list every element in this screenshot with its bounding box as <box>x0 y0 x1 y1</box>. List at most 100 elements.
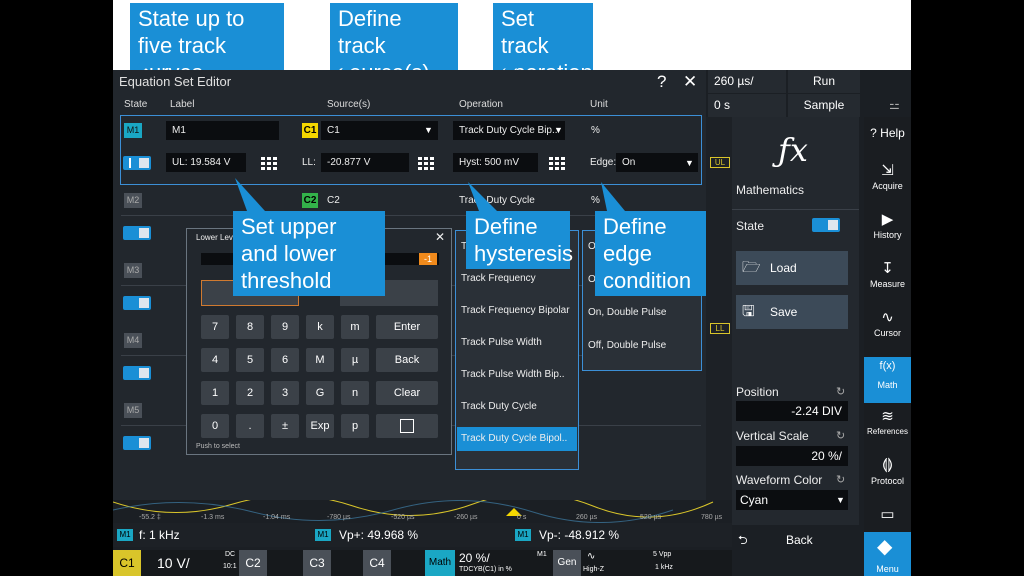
sidebar-menu[interactable]: ◆ Menu <box>864 532 911 576</box>
back-button[interactable]: ⮌ Back <box>732 525 859 555</box>
sidebar-measure[interactable]: ↧ Measure <box>864 259 911 289</box>
key-2[interactable]: 2 <box>236 381 264 405</box>
load-button[interactable]: 🗁 Load <box>736 251 848 285</box>
chevron-down-icon: ▼ <box>685 158 694 168</box>
c1-probe: 10:1 <box>223 563 237 570</box>
m1-unit: % <box>591 125 600 136</box>
key-6[interactable]: 6 <box>271 348 299 372</box>
key-enter[interactable]: Enter <box>376 315 438 339</box>
key-M[interactable]: M <box>306 348 334 372</box>
oscilloscope-screen: Equation Set Editor ? ✕ State Label Sour… <box>113 70 911 576</box>
reset-icon[interactable]: ↻ <box>836 429 845 442</box>
operation-item[interactable]: Track Duty Cycle <box>461 401 537 412</box>
gen-tag[interactable]: Gen <box>553 550 581 576</box>
ul-marker: UL <box>710 157 730 168</box>
wcolor-select[interactable]: Cyan ▼ <box>736 490 848 510</box>
key-0[interactable]: 0 <box>201 414 229 438</box>
gen-frequency: 1 kHz <box>655 564 673 571</box>
key-3[interactable]: 3 <box>271 381 299 405</box>
m4-state-toggle[interactable] <box>123 366 151 380</box>
key-4[interactable]: 4 <box>201 348 229 372</box>
key-5[interactable]: 5 <box>236 348 264 372</box>
m1-source-select[interactable]: C1 <box>321 121 438 140</box>
vscale-value[interactable]: 20 %/ <box>736 446 848 466</box>
operation-item-selected[interactable]: Track Duty Cycle Bipol.. <box>457 427 577 451</box>
math-scale[interactable]: 20 %/ <box>459 551 490 565</box>
sidebar-cursor[interactable]: ∿ Cursor <box>864 308 911 338</box>
m1-label-field[interactable]: M1 <box>166 121 279 140</box>
vp-plus-readout[interactable]: Vp+: 49.968 % <box>339 528 418 542</box>
key-p[interactable]: p <box>341 414 369 438</box>
m1-tag: M1 <box>117 529 133 541</box>
math-panel: ƒx Mathematics State 🗁 Load 🖫 Save Posit… <box>732 117 859 525</box>
position-value[interactable]: -2.24 DIV <box>736 401 848 421</box>
vp-minus-readout[interactable]: Vp-: -48.912 % <box>539 528 619 542</box>
sidebar-math[interactable]: f(x) Math <box>864 357 911 403</box>
floppy-icon: 🖫 <box>742 303 755 320</box>
gen-impedance: High-Z <box>583 566 605 573</box>
edge-item[interactable]: On, Double Pulse <box>588 307 666 318</box>
key-k[interactable]: k <box>306 315 334 339</box>
key-9[interactable]: 9 <box>271 315 299 339</box>
save-button[interactable]: 🖫 Save <box>736 295 848 329</box>
keypad-icon[interactable] <box>415 155 434 171</box>
keypad-icon[interactable] <box>258 155 277 171</box>
reset-icon[interactable]: ↻ <box>836 385 845 398</box>
m1-badge[interactable]: M1 <box>124 123 142 138</box>
keypad-close-icon[interactable]: ✕ <box>435 230 445 244</box>
c3-tag[interactable]: C3 <box>303 550 331 576</box>
c1-scale[interactable]: 10 V/ <box>157 555 190 571</box>
freq-readout[interactable]: f: 1 kHz <box>139 528 180 542</box>
key-micro[interactable]: µ <box>341 348 369 372</box>
key-plusminus[interactable]: ± <box>271 414 299 438</box>
m1-state-toggle[interactable] <box>123 156 151 170</box>
key-8[interactable]: 8 <box>236 315 264 339</box>
key-m[interactable]: m <box>341 315 369 339</box>
key-G[interactable]: G <box>306 381 334 405</box>
key-clear[interactable]: Clear <box>376 381 438 405</box>
close-icon[interactable]: ✕ <box>683 72 697 92</box>
c2-tag[interactable]: C2 <box>239 550 267 576</box>
cursor-icon: ∿ <box>881 309 894 326</box>
c4-tag[interactable]: C4 <box>363 550 391 576</box>
edge-item[interactable]: Off, Double Pulse <box>588 340 666 351</box>
m4-badge[interactable]: M4 <box>124 333 142 348</box>
m5-badge[interactable]: M5 <box>124 403 142 418</box>
key-7[interactable]: 7 <box>201 315 229 339</box>
m3-state-toggle[interactable] <box>123 296 151 310</box>
calculator-icon-button[interactable] <box>376 414 438 438</box>
sidebar-help[interactable]: ? Help <box>864 126 911 140</box>
c1-tag[interactable]: C1 <box>113 550 141 576</box>
key-n[interactable]: n <box>341 381 369 405</box>
keypad-hint: Push to select <box>196 443 240 450</box>
operation-item[interactable]: Track Pulse Width Bip.. <box>461 369 565 380</box>
editor-title: Equation Set Editor <box>119 74 232 89</box>
sidebar-history[interactable]: ▶ History <box>864 210 911 240</box>
keypad-icon[interactable] <box>546 155 565 171</box>
run-status[interactable]: Run <box>788 70 860 93</box>
tick-label: 260 µs <box>576 514 598 521</box>
m1-operation-select[interactable]: Track Duty Cycle Bip.. <box>453 121 565 140</box>
math-state-toggle[interactable] <box>812 218 840 232</box>
time-offset[interactable]: 0 s <box>708 94 786 117</box>
math-tag[interactable]: Math <box>425 550 455 576</box>
key-1[interactable]: 1 <box>201 381 229 405</box>
operation-item[interactable]: Track Pulse Width <box>461 337 542 348</box>
acq-mode[interactable]: Sample <box>788 94 860 117</box>
sidebar-protocol[interactable]: ⟬⟭ Protocol <box>864 456 911 486</box>
reset-icon[interactable]: ↻ <box>836 473 845 486</box>
header-label: Label <box>170 99 195 110</box>
timebase[interactable]: 260 µs/ <box>708 70 786 93</box>
help-button[interactable]: ? <box>657 72 666 92</box>
sidebar-acquire[interactable]: ⇲ Acquire <box>864 161 911 191</box>
key-back[interactable]: Back <box>376 348 438 372</box>
m2-state-toggle[interactable] <box>123 226 151 240</box>
sidebar-references[interactable]: ≋ References <box>864 407 911 436</box>
operation-item[interactable]: Track Frequency Bipolar <box>461 305 570 316</box>
sidebar-screen[interactable]: ▭ <box>864 505 911 525</box>
operation-item[interactable]: Track Frequency <box>461 273 536 284</box>
key-exp[interactable]: Exp <box>306 414 334 438</box>
key-dot[interactable]: . <box>236 414 264 438</box>
m5-state-toggle[interactable] <box>123 436 151 450</box>
m3-badge[interactable]: M3 <box>124 263 142 278</box>
